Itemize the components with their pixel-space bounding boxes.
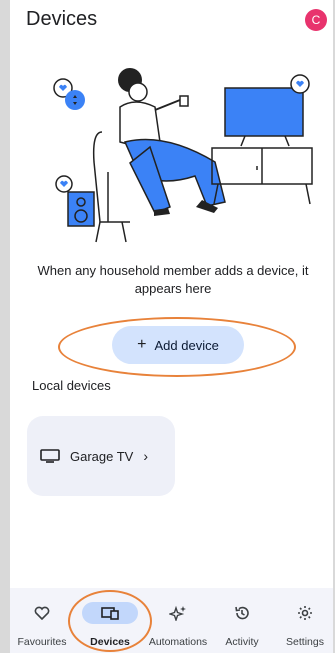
- bottom-navigation: Favourites Devices Automations Activity …: [10, 588, 333, 653]
- gear-icon: [277, 602, 333, 624]
- nav-favourites[interactable]: Favourites: [10, 588, 74, 653]
- person-figure: [118, 68, 226, 216]
- device-card-garage-tv[interactable]: Garage TV ›: [27, 416, 175, 496]
- tv-icon: [40, 449, 60, 463]
- nav-activity[interactable]: Activity: [214, 588, 270, 653]
- nav-settings[interactable]: Settings: [278, 588, 332, 653]
- armchair: [92, 131, 130, 243]
- tv-illustration: [224, 74, 310, 147]
- account-avatar[interactable]: C: [305, 9, 327, 31]
- empty-state-message: When any household member adds a device,…: [37, 263, 309, 296]
- nav-label: Activity: [225, 636, 259, 648]
- nav-label: Settings: [286, 636, 324, 648]
- nav-automations[interactable]: Automations: [144, 588, 212, 653]
- empty-state-illustration: [53, 68, 313, 243]
- add-device-button[interactable]: + Add device: [112, 326, 244, 364]
- history-icon: [214, 602, 270, 624]
- nav-label: Favourites: [17, 636, 67, 648]
- devices-screen: Devices C When any household member adds…: [10, 0, 333, 653]
- page-title: Devices: [26, 8, 98, 30]
- speaker-illustration: [55, 175, 95, 227]
- local-devices-heading: Local devices: [32, 378, 111, 393]
- tv-cabinet: [211, 147, 313, 205]
- thermostat-icon: [65, 90, 85, 110]
- sparkle-icon: [150, 602, 206, 624]
- plus-icon: +: [137, 336, 147, 353]
- annotation-circle: [68, 590, 152, 652]
- nav-label: Automations: [148, 636, 208, 648]
- app-header: Devices C: [10, 0, 333, 44]
- add-device-label: Add device: [154, 337, 219, 353]
- device-name: Garage TV: [70, 448, 134, 464]
- chevron-right-icon: ›: [143, 448, 149, 464]
- heart-icon: [14, 602, 70, 624]
